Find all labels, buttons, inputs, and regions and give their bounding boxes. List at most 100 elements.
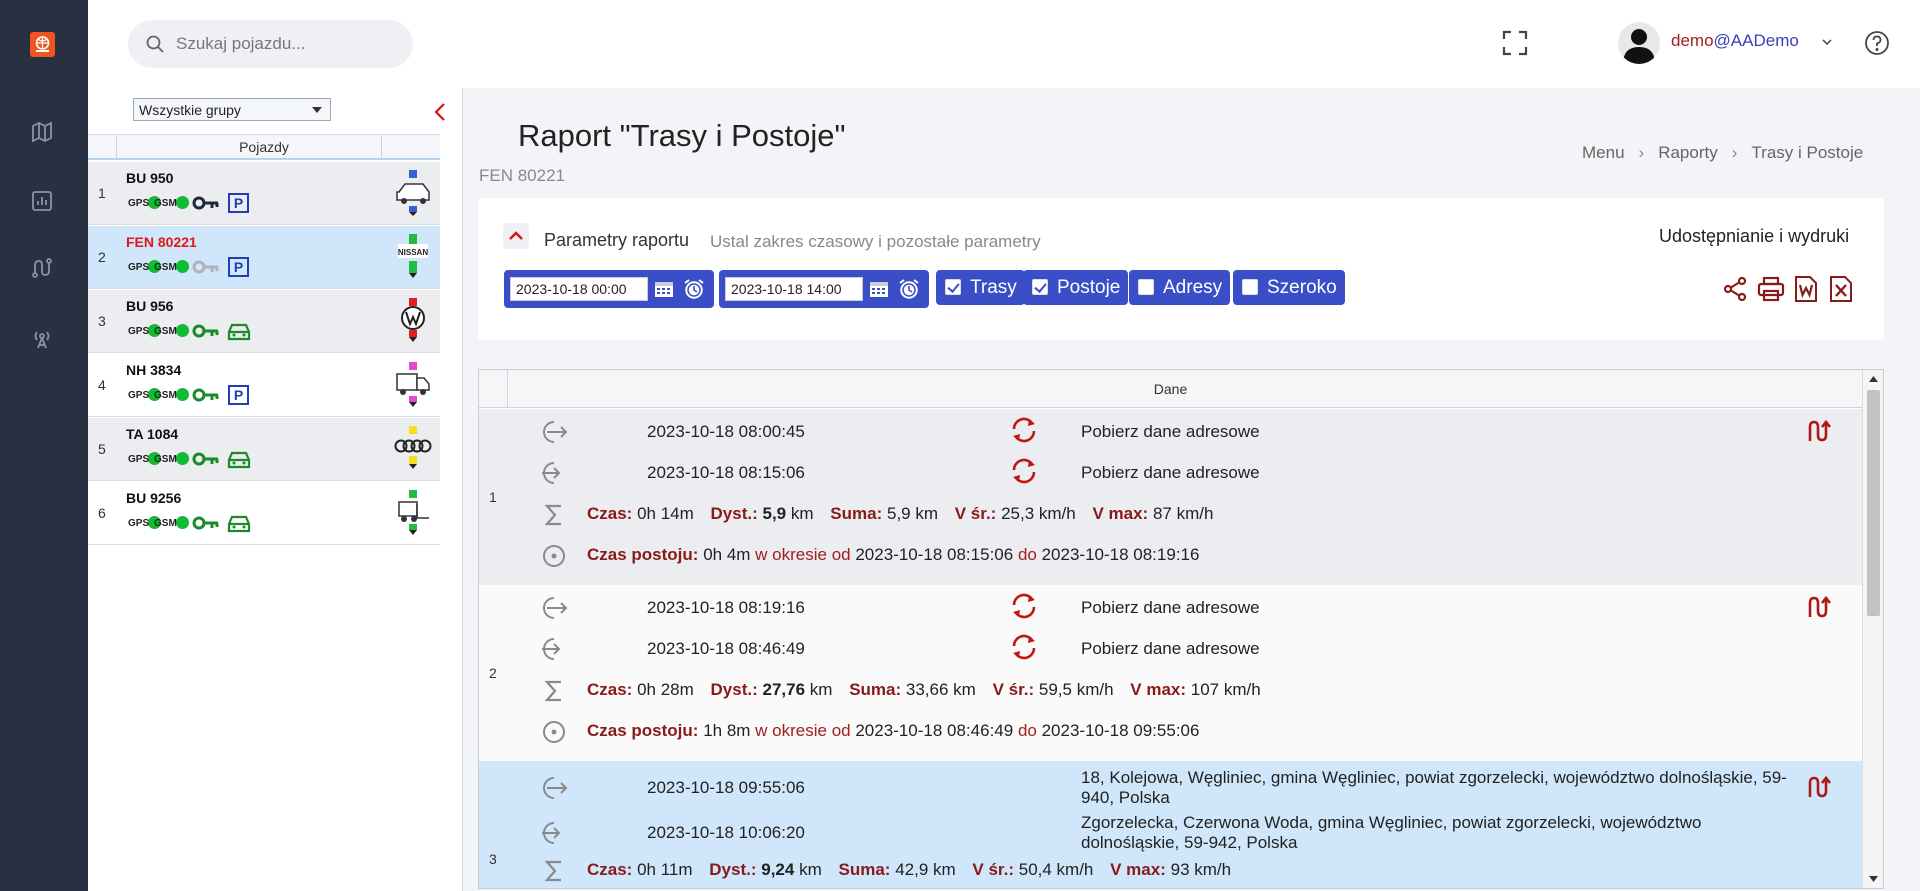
vehicle-row[interactable]: 1 BU 950 GPS GSM P <box>88 162 440 225</box>
vehicle-panel: Wszystkie grupy Pojazdy 1 BU 950 GPS GSM… <box>88 88 463 891</box>
stop-duration: 0h 4m <box>703 545 751 564</box>
ignition-key-icon <box>192 516 219 530</box>
route-end-row: 2023-10-18 08:15:06 Pobierz dane adresow… <box>479 451 1862 491</box>
dyst-unit: km <box>809 680 833 699</box>
scrollbar-thumb[interactable] <box>1867 390 1880 616</box>
date-to-input[interactable] <box>725 277 863 301</box>
print-icon[interactable] <box>1757 276 1785 302</box>
departure-icon <box>543 421 568 443</box>
gsm-label: GSM <box>154 518 177 529</box>
arrival-icon <box>542 462 561 484</box>
gps-label: GPS <box>128 518 150 529</box>
volkswagen-logo-icon <box>393 298 433 344</box>
do-label: do <box>1017 545 1037 564</box>
vehicle-row-selected[interactable]: 2 FEN 80221 GPS GSM P NISSAN <box>88 226 440 289</box>
date-from-picker <box>504 270 714 308</box>
stop-from: 2023-10-18 08:15:06 <box>855 545 1014 564</box>
szeroko-checkbox[interactable]: Szeroko <box>1233 270 1345 305</box>
car-moving-icon <box>227 323 251 341</box>
help-icon[interactable] <box>1864 30 1890 61</box>
gsm-label: GSM <box>154 198 177 209</box>
fullscreen-icon[interactable] <box>1502 30 1528 61</box>
postoje-label: Postoje <box>1057 277 1121 298</box>
route-map-icon[interactable] <box>1805 775 1833 799</box>
gsm-status-icon <box>176 260 189 273</box>
alarm-clock-icon[interactable] <box>897 277 921 301</box>
table-scrollbar[interactable] <box>1862 370 1883 888</box>
route-map-icon[interactable] <box>1805 419 1833 443</box>
arrival-icon <box>542 638 561 660</box>
user-menu[interactable]: demo@AADemo <box>1671 31 1799 51</box>
app-logo-icon[interactable] <box>30 32 55 57</box>
refresh-address-icon[interactable] <box>1009 633 1039 661</box>
avatar[interactable] <box>1618 22 1660 64</box>
suma-label: Suma: <box>830 504 883 523</box>
params-label: Parametry raportu <box>544 230 690 250</box>
postoje-checkbox[interactable]: Postoje <box>1023 270 1129 305</box>
parking-status-icon: P <box>228 193 249 213</box>
column-header-dane: Dane <box>1153 381 1188 397</box>
suma-label: Suma: <box>849 680 902 699</box>
sigma-icon <box>544 860 561 882</box>
trasy-checkbox[interactable]: Trasy <box>936 270 1025 305</box>
share-and-print-label: Udostępnianie i wydruki <box>1659 226 1850 246</box>
reports-icon[interactable] <box>31 190 53 212</box>
collapse-panel-icon[interactable] <box>433 102 447 127</box>
params-description: Ustal zakres czasowy i pozostałe paramet… <box>710 232 1041 251</box>
refresh-address-icon[interactable] <box>1009 592 1039 620</box>
vehicle-name: BU 956 <box>126 298 174 314</box>
routes-icon[interactable] <box>31 257 53 279</box>
stop-icon <box>543 721 565 743</box>
vehicle-name: BU 950 <box>126 170 174 186</box>
refresh-address-icon[interactable] <box>1009 457 1039 485</box>
chevron-up-icon[interactable] <box>503 223 529 249</box>
breadcrumb-raporty[interactable]: Raporty <box>1658 143 1718 162</box>
ignition-key-icon <box>192 324 219 338</box>
gsm-label: GSM <box>154 326 177 337</box>
calendar-icon[interactable] <box>654 280 674 298</box>
vehicle-row[interactable]: 6 BU 9256 GPS GSM <box>88 482 440 545</box>
gps-label: GPS <box>128 454 150 465</box>
route-map-icon[interactable] <box>1805 595 1833 619</box>
vehicle-row[interactable]: 3 BU 956 GPS GSM <box>88 290 440 353</box>
table-header: Dane <box>479 370 1862 408</box>
chevron-down-icon[interactable] <box>1821 34 1833 52</box>
alarm-clock-icon[interactable] <box>682 277 706 301</box>
word-export-icon[interactable] <box>1794 276 1818 302</box>
end-time: 2023-10-18 08:46:49 <box>647 639 805 658</box>
vsr-value: 59,5 km/h <box>1038 680 1114 699</box>
scroll-up-icon[interactable] <box>1868 375 1879 383</box>
antenna-icon[interactable] <box>31 327 53 349</box>
excel-export-icon[interactable] <box>1829 276 1853 302</box>
gsm-status-icon <box>176 452 189 465</box>
gsm-status-icon <box>176 324 189 337</box>
scroll-down-icon[interactable] <box>1868 875 1879 883</box>
ignition-key-icon <box>192 388 219 402</box>
share-icon[interactable] <box>1722 276 1748 302</box>
refresh-address-icon[interactable] <box>1009 416 1039 444</box>
vehicles-header-label: Pojazdy <box>239 139 289 155</box>
calendar-icon[interactable] <box>869 280 889 298</box>
vehicle-name: TA 1084 <box>126 426 179 442</box>
map-icon[interactable] <box>31 121 53 143</box>
route-end-row: 2023-10-18 10:06:20 Zgorzelecka, Czerwon… <box>479 811 1862 852</box>
gps-label: GPS <box>128 262 150 273</box>
date-from-input[interactable] <box>510 277 648 301</box>
end-address: Pobierz dane adresowe <box>1081 639 1260 658</box>
breadcrumb-menu[interactable]: Menu <box>1582 143 1625 162</box>
stop-info: Czas postoju: 1h 8m w okresie od 2023-10… <box>587 721 1199 741</box>
adresy-checkbox[interactable]: Adresy <box>1129 270 1231 305</box>
vehicle-row[interactable]: 4 NH 3834 GPS GSM P <box>88 354 440 417</box>
vehicle-name: FEN 80221 <box>126 234 197 250</box>
car-moving-icon <box>227 515 251 533</box>
vehicle-row-number: 5 <box>98 441 106 457</box>
group-select[interactable]: Wszystkie grupy <box>133 98 331 121</box>
vmax-label: V max: <box>1130 680 1187 699</box>
search-input[interactable] <box>176 32 396 56</box>
stop-row: Czas postoju: 1h 8m w okresie od 2023-10… <box>479 710 1862 750</box>
car-moving-icon <box>227 451 251 469</box>
czas-label: Czas: <box>587 504 633 523</box>
vehicle-row[interactable]: 5 TA 1084 GPS GSM <box>88 418 440 481</box>
gsm-label: GSM <box>154 454 177 465</box>
end-time: 2023-10-18 08:15:06 <box>647 463 805 482</box>
